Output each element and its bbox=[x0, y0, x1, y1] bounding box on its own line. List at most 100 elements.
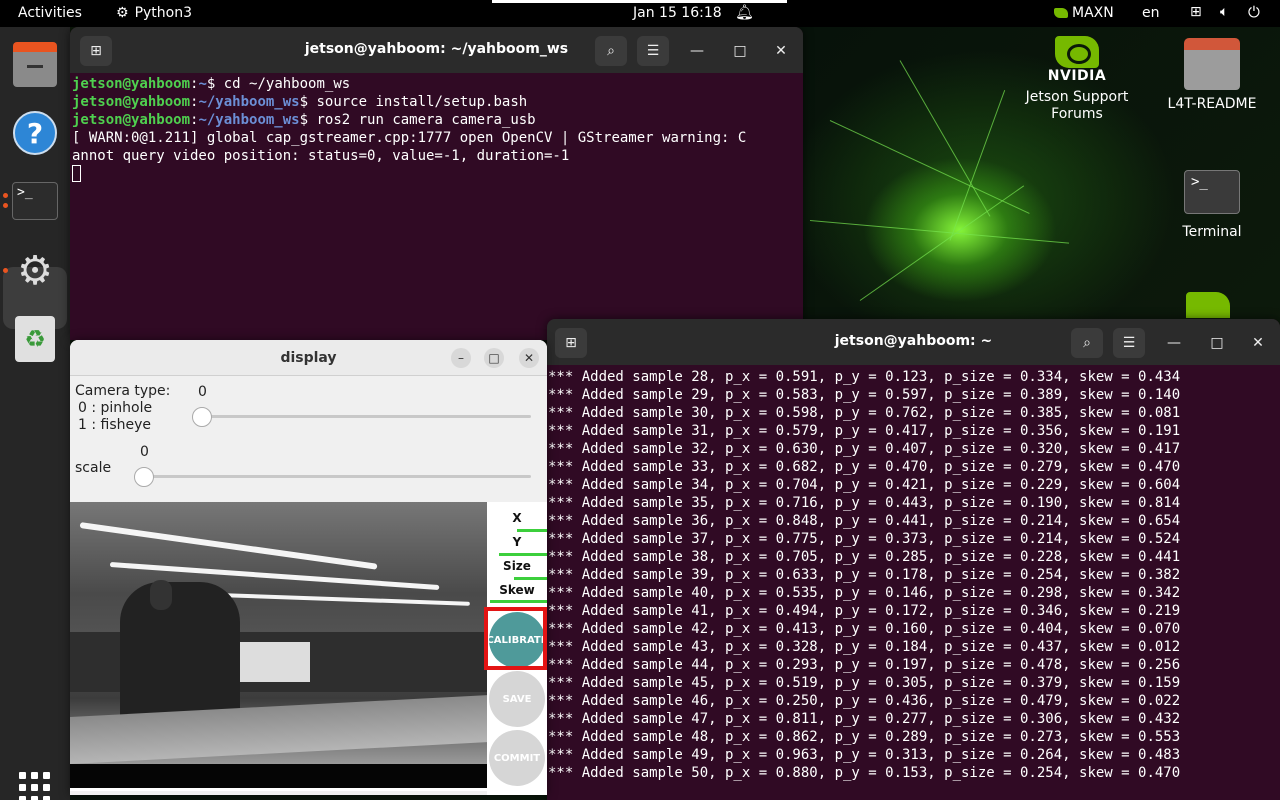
camera-type-value: 0 bbox=[198, 384, 207, 400]
maximize-button[interactable]: □ bbox=[728, 39, 752, 63]
metric-label-x: X bbox=[512, 511, 522, 525]
close-button[interactable]: ✕ bbox=[769, 39, 793, 63]
terminal-line: *** Added sample 48, p_x = 0.862, p_y = … bbox=[548, 729, 1181, 745]
folder-icon bbox=[1184, 38, 1240, 90]
terminal-output[interactable]: jetson@yahboom:~$ cd ~/yahboom_ws jetson@… bbox=[72, 75, 746, 184]
dock-trash[interactable]: ♻ bbox=[11, 315, 59, 363]
dock-terminal[interactable]: >_ bbox=[11, 177, 59, 225]
terminal-line: *** Added sample 38, p_x = 0.705, p_y = … bbox=[548, 549, 1181, 565]
camera-type-slider-handle[interactable] bbox=[192, 407, 212, 427]
camera-preview bbox=[70, 502, 487, 764]
minimize-button[interactable]: – bbox=[451, 348, 471, 368]
terminal-line: *** Added sample 47, p_x = 0.811, p_y = … bbox=[548, 711, 1181, 727]
power-mode-label: MAXN bbox=[1072, 5, 1114, 21]
nvidia-logo-icon bbox=[1055, 36, 1099, 68]
terminal-line: *** Added sample 41, p_x = 0.494, p_y = … bbox=[548, 603, 1181, 619]
dock-running-dot bbox=[3, 193, 8, 198]
display-header: display – □ ✕ bbox=[70, 340, 547, 376]
terminal-line: *** Added sample 46, p_x = 0.250, p_y = … bbox=[548, 693, 1181, 709]
dock-settings[interactable]: ⚙ bbox=[11, 247, 59, 295]
scale-label: scale bbox=[75, 460, 112, 476]
dock-running-dot bbox=[3, 203, 8, 208]
metric-progress-x bbox=[517, 529, 547, 532]
terminal-icon: >_ bbox=[1184, 170, 1240, 214]
terminal-line: *** Added sample 49, p_x = 0.963, p_y = … bbox=[548, 747, 1181, 763]
terminal-line: *** Added sample 31, p_x = 0.579, p_y = … bbox=[548, 423, 1181, 439]
desktop-icon-l4t-readme[interactable]: L4T-README bbox=[1160, 38, 1264, 113]
terminal-line: jetson@yahboom:~/yahboom_ws$ ros2 run ca… bbox=[72, 112, 536, 128]
dock-running-dot bbox=[3, 268, 8, 273]
terminal-line: jetson@yahboom:~$ cd ~/yahboom_ws bbox=[72, 76, 351, 92]
terminal-line: jetson@yahboom:~/yahboom_ws$ source inst… bbox=[72, 94, 528, 110]
metric-label-size: Size bbox=[503, 559, 531, 573]
nvidia-small-icon bbox=[1054, 8, 1068, 18]
nvidia-wordmark: NVIDIA bbox=[1047, 68, 1107, 84]
desktop-icon-jetson-forums[interactable]: NVIDIA Jetson Support Forums bbox=[1020, 36, 1134, 123]
metric-label-y: Y bbox=[512, 535, 522, 549]
camera-type-option: 1 : fisheye bbox=[78, 417, 152, 433]
network-icon[interactable]: ⊞ bbox=[1190, 4, 1202, 20]
search-button[interactable]: ⌕ bbox=[595, 36, 627, 66]
terminal-line: *** Added sample 28, p_x = 0.591, p_y = … bbox=[548, 369, 1181, 385]
metric-progress-size bbox=[514, 577, 547, 580]
python-app-icon: ⚙ bbox=[116, 5, 129, 21]
terminal-output[interactable]: *** Added sample 28, p_x = 0.591, p_y = … bbox=[548, 368, 1180, 782]
hamburger-icon: ☰ bbox=[646, 43, 660, 59]
terminal-icon: >_ bbox=[12, 182, 58, 220]
top-bar: Activities ⚙ Python3 Jan 15 16:18 🔔︎ MAX… bbox=[0, 0, 1280, 27]
search-button[interactable]: ⌕ bbox=[1071, 328, 1103, 358]
terminal-line: *** Added sample 40, p_x = 0.535, p_y = … bbox=[548, 585, 1181, 601]
terminal-line: *** Added sample 35, p_x = 0.716, p_y = … bbox=[548, 495, 1181, 511]
volume-icon[interactable]: 🔈︎ bbox=[1220, 4, 1228, 20]
search-icon: ⌕ bbox=[1083, 335, 1091, 351]
save-button[interactable]: SAVE bbox=[489, 671, 545, 727]
dock-files[interactable] bbox=[11, 42, 59, 91]
scale-value: 0 bbox=[140, 444, 149, 460]
menu-button[interactable]: ☰ bbox=[637, 36, 669, 66]
scale-slider-handle[interactable] bbox=[134, 467, 154, 487]
terminal-header: ⊞ jetson@yahboom: ~/yahboom_ws ⌕ ☰ — □ ✕ bbox=[70, 27, 803, 73]
desktop-icon-terminal[interactable]: >_ Terminal bbox=[1160, 170, 1264, 241]
display-window[interactable]: display – □ ✕ Camera type: 0 : pinhole 1… bbox=[70, 340, 547, 795]
commit-button[interactable]: COMMIT bbox=[489, 730, 545, 786]
terminal-header: ⊞ jetson@yahboom: ~ ⌕ ☰ — □ ✕ bbox=[547, 319, 1280, 365]
close-button[interactable]: ✕ bbox=[1246, 331, 1270, 355]
person-head bbox=[150, 580, 172, 610]
metric-progress-y bbox=[499, 553, 547, 556]
hamburger-icon: ☰ bbox=[1122, 335, 1136, 351]
show-apps-icon[interactable] bbox=[19, 772, 51, 800]
nvidia-logo-icon[interactable] bbox=[1186, 292, 1230, 318]
minimize-button[interactable]: — bbox=[1162, 331, 1186, 355]
camera-type-slider-track[interactable] bbox=[202, 415, 531, 418]
dock-help[interactable]: ? bbox=[11, 109, 59, 157]
menu-button[interactable]: ☰ bbox=[1113, 328, 1145, 358]
search-icon: ⌕ bbox=[607, 43, 615, 59]
language-indicator[interactable]: en bbox=[1142, 5, 1160, 21]
files-icon bbox=[13, 42, 57, 87]
power-mode-indicator[interactable]: MAXN bbox=[1054, 5, 1114, 21]
terminal-line: *** Added sample 39, p_x = 0.633, p_y = … bbox=[548, 567, 1181, 583]
clock[interactable]: Jan 15 16:18 bbox=[633, 5, 722, 21]
app-menu[interactable]: ⚙ Python3 bbox=[116, 5, 192, 21]
terminal-window-2[interactable]: ⊞ jetson@yahboom: ~ ⌕ ☰ — □ ✕ *** Added … bbox=[547, 319, 1280, 800]
minimize-button[interactable]: — bbox=[685, 39, 709, 63]
camera-type-label: Camera type: bbox=[75, 383, 171, 399]
monitor-screen bbox=[240, 642, 310, 682]
dock: ? >_ ⚙ ♻ bbox=[0, 27, 70, 800]
terminal-cursor bbox=[72, 165, 746, 184]
terminal-line: *** Added sample 45, p_x = 0.519, p_y = … bbox=[548, 675, 1181, 691]
maximize-button[interactable]: □ bbox=[484, 348, 504, 368]
maximize-button[interactable]: □ bbox=[1205, 331, 1229, 355]
calibrate-highlight-box bbox=[484, 607, 547, 670]
scale-slider-track[interactable] bbox=[144, 475, 531, 478]
desktop-icon-label: L4T-README bbox=[1167, 96, 1257, 112]
metric-label-skew: Skew bbox=[499, 583, 535, 597]
terminal-line: *** Added sample 50, p_x = 0.880, p_y = … bbox=[548, 765, 1181, 781]
activities-button[interactable]: Activities bbox=[18, 5, 82, 21]
terminal-window-1[interactable]: ⊞ jetson@yahboom: ~/yahboom_ws ⌕ ☰ — □ ✕… bbox=[70, 27, 803, 340]
power-icon[interactable]: ⏻ bbox=[1248, 3, 1260, 21]
close-button[interactable]: ✕ bbox=[519, 348, 539, 368]
desktop-icon-label: Terminal bbox=[1182, 224, 1242, 240]
notification-bell-icon[interactable]: 🔔︎ bbox=[735, 3, 754, 21]
terminal-line: [ WARN:0@1.211] global cap_gstreamer.cpp… bbox=[72, 130, 747, 146]
